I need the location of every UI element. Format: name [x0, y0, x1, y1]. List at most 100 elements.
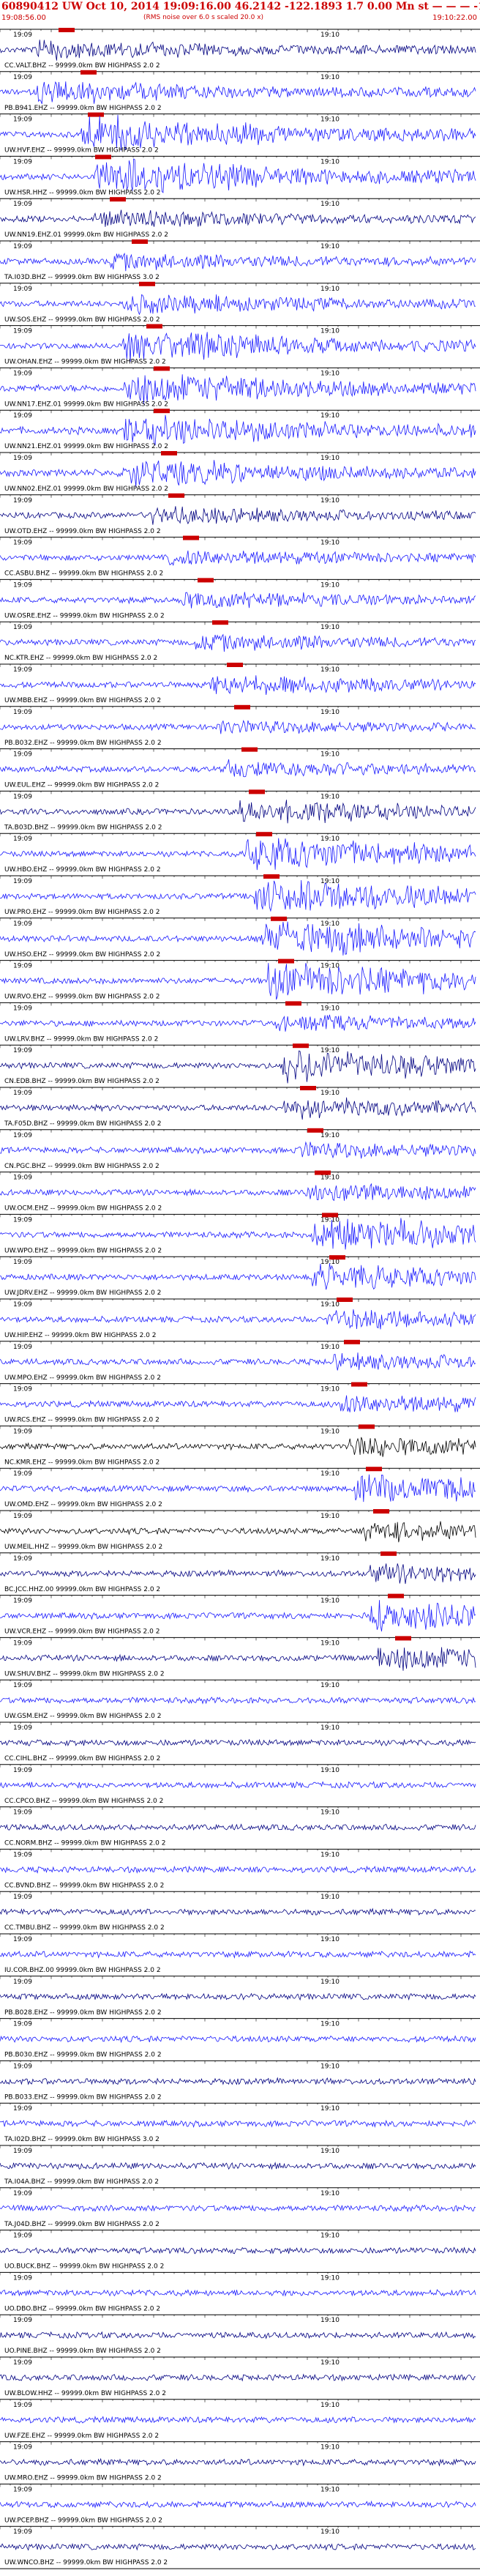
tick-label: 19:10	[320, 709, 340, 716]
tick-label: 19:09	[13, 201, 32, 208]
tick-label: 19:10	[320, 1005, 340, 1012]
pick-marker	[139, 281, 155, 286]
tick-label: 19:10	[320, 2402, 340, 2409]
waveform	[0, 592, 476, 608]
pick-marker	[380, 1551, 397, 1556]
waveform	[0, 209, 476, 227]
pick-marker	[388, 1593, 404, 1598]
waveform	[0, 879, 476, 912]
station-label: PB.B032.EHZ -- 99999.0km BW HIGHPASS 2.0…	[4, 740, 162, 747]
tick-label: 19:10	[320, 74, 340, 81]
trace-22: 19:09 19:10 UW.RVO.EHZ -- 99999.0km BW HIG…	[0, 958, 480, 1001]
waveform	[0, 1474, 476, 1503]
tick-label: 19:09	[13, 793, 32, 800]
tick-label: 19:09	[13, 1132, 32, 1139]
tick-label: 19:10	[320, 2021, 340, 2028]
waveform	[0, 1218, 476, 1250]
tick-label: 19:10	[320, 2528, 340, 2536]
station-label: CC.NORM.BHZ -- 99999.0km BW HIGHPASS 2.0…	[4, 1840, 165, 1847]
tick-label: 19:09	[13, 1682, 32, 1689]
trace-51: 19:09 19:10 TA.J04D.BHZ -- 99999.0km BW HI…	[0, 2187, 480, 2228]
waveform	[0, 2162, 476, 2170]
tick-label: 19:10	[320, 1936, 340, 1943]
waveform	[0, 2204, 476, 2213]
tick-label: 19:09	[13, 920, 32, 928]
waveform	[0, 1141, 476, 1159]
tick-label: 19:10	[320, 2274, 340, 2282]
tick-label: 19:09	[13, 963, 32, 970]
tick-label: 19:09	[13, 116, 32, 124]
station-label: CC.CPCO.BHZ -- 99999.0km BW HIGHPASS 2.0…	[4, 1798, 163, 1805]
station-label: UO.PINE.BHZ -- 99999.0km BW HIGHPASS 2.0…	[4, 2348, 161, 2355]
waveform	[0, 1738, 476, 1747]
station-label: UW.SOS.EHZ -- 99999.0km BW HIGHPASS 2.0 …	[4, 316, 160, 324]
waveform	[0, 675, 476, 696]
pick-marker	[285, 1001, 301, 1006]
tick-label: 19:10	[320, 1216, 340, 1224]
waveform	[0, 1395, 476, 1412]
station-label: UW.JDRV.EHZ -- 99999.0km BW HIGHPASS 2.0…	[4, 1289, 161, 1297]
station-label: BC.JCC.HHZ.00 99999.0km BW HIGHPASS 2.0 …	[4, 1586, 160, 1593]
station-label: UW.HSR.HHZ -- 99999.0km BW HIGHPASS 2.0 …	[4, 189, 161, 196]
tick-label: 19:10	[320, 2063, 340, 2070]
station-label: UW.HVF.EHZ -- 99999.0km BW HIGHPASS 2.0 …	[4, 147, 159, 155]
trace-27: 19:09 19:10 UW.OCM.EHZ -- 99999.0km BW HIG…	[0, 1170, 480, 1213]
waveform	[0, 1647, 476, 1671]
tick-label: 19:09	[13, 455, 32, 462]
waveform	[0, 2457, 476, 2467]
waveform	[0, 332, 476, 362]
tick-label: 19:10	[320, 1639, 340, 1647]
waveform	[0, 2119, 476, 2128]
tick-label: 19:09	[13, 1047, 32, 1054]
pick-marker	[198, 578, 214, 583]
pick-marker	[249, 789, 265, 794]
trace-25: 19:09 19:10 TA.F05D.BHZ -- 99999.0km BW HI…	[0, 1086, 480, 1128]
tick-label: 19:09	[13, 1936, 32, 1943]
waveform	[0, 374, 476, 405]
tick-label: 19:09	[13, 412, 32, 420]
tick-label: 19:10	[320, 2190, 340, 2197]
trace-33: 19:09 19:10 NC.KMR.EHZ -- 99999.0km BW HIG…	[0, 1424, 480, 1466]
tick-label: 19:09	[13, 158, 32, 165]
trace-13: 19:09 19:10 UW.OSRE.EHZ -- 99999.0km BW HI…	[0, 578, 480, 619]
station-label: UW.PRO.EHZ -- 99999.0km BW HIGHPASS 2.0 …	[4, 909, 160, 916]
waveform	[0, 114, 476, 151]
pick-marker	[366, 1467, 382, 1472]
station-label: TA.F05D.BHZ -- 99999.0km BW HIGHPASS 2.0…	[4, 1120, 161, 1128]
trace-14: 19:09 19:10 NC.KTR.EHZ -- 99999.0km BW HIG…	[0, 620, 480, 662]
tick-label: 19:09	[13, 1851, 32, 1858]
pick-marker	[168, 493, 184, 498]
station-label: IU.COR.BHZ.00 99999.0km BW HIGHPASS 2.0 …	[4, 1967, 161, 1974]
trace-45: 19:09 19:10 IU.COR.BHZ.00 99999.0km BW HIG…	[0, 1933, 480, 1974]
waveform	[0, 1352, 476, 1371]
tick-label: 19:09	[13, 1978, 32, 1986]
tick-label: 19:10	[320, 412, 340, 420]
trace-32: 19:09 19:10 UW.RCS.EHZ -- 99999.0km BW HIG…	[0, 1382, 480, 1424]
station-label: PB.B033.EHZ -- 99999.0km BW HIGHPASS 2.0…	[4, 2093, 162, 2101]
tick-label: 19:09	[13, 1809, 32, 1817]
pick-marker	[278, 958, 294, 964]
pick-marker	[322, 1213, 338, 1218]
station-label: UW.MRO.EHZ -- 99999.0km BW HIGHPASS 2.0 …	[4, 2475, 162, 2482]
waveform	[0, 2373, 476, 2382]
tick-label: 19:09	[13, 540, 32, 547]
waveform	[0, 2416, 476, 2424]
trace-28: 19:09 19:10 UW.WPO.EHZ -- 99999.0km BW HIG…	[0, 1213, 480, 1254]
station-label: UW.NN17.EHZ.01 99999.0km BW HIGHPASS 2.0…	[4, 401, 168, 408]
station-label: UW.WPO.EHZ -- 99999.0km BW HIGHPASS 2.0 …	[4, 1247, 162, 1254]
station-label: UW.OSRE.EHZ -- 99999.0km BW HIGHPASS 2.0…	[4, 612, 165, 619]
tick-label: 19:09	[13, 1090, 32, 1097]
tick-label: 19:10	[320, 286, 340, 293]
tick-label: 19:10	[320, 1978, 340, 1986]
waveform	[0, 1697, 476, 1705]
tick-label: 19:09	[13, 1428, 32, 1435]
tick-label: 19:09	[13, 1598, 32, 1605]
tick-label: 19:09	[13, 1639, 32, 1647]
waveform	[0, 550, 476, 566]
waveform	[0, 2246, 476, 2255]
pick-marker	[183, 535, 199, 540]
trace-36: 19:09 19:10 BC.JCC.HHZ.00 99999.0km BW HIG…	[0, 1551, 480, 1593]
tick-label: 19:09	[13, 1344, 32, 1351]
tick-label: 19:09	[13, 2021, 32, 2028]
tick-label: 19:10	[320, 1555, 340, 1563]
